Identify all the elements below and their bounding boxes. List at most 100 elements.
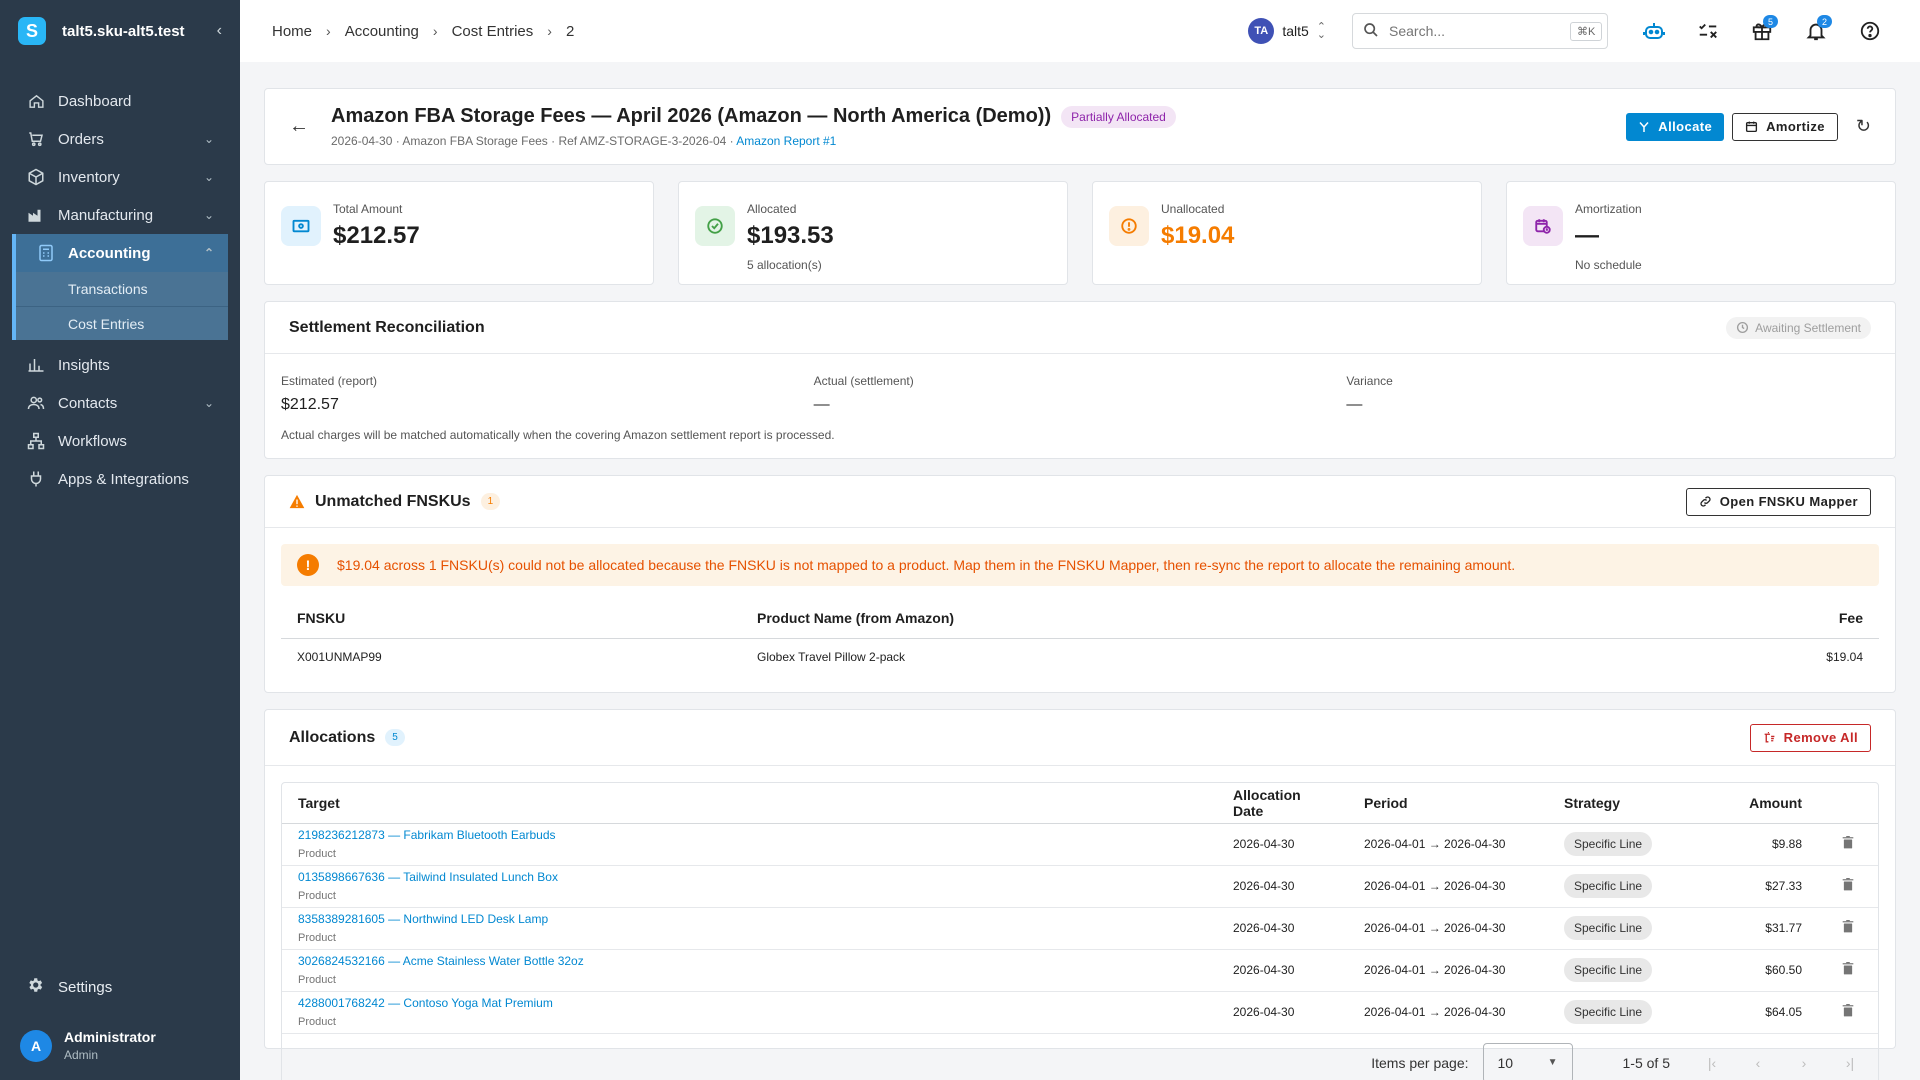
- strategy-chip: Specific Line: [1564, 1000, 1653, 1024]
- stat-value: $19.04: [1161, 222, 1235, 249]
- search-box[interactable]: ⌘K: [1352, 13, 1608, 49]
- stat-amortization: Amortization — No schedule: [1506, 181, 1896, 285]
- top-bar: Home › Accounting › Cost Entries › 2 TA …: [240, 0, 1920, 62]
- amortize-button[interactable]: Amortize: [1732, 112, 1838, 141]
- amount-cell: $31.77: [1718, 907, 1818, 950]
- allocate-button[interactable]: Allocate: [1626, 112, 1725, 141]
- sidebar-item-workflows[interactable]: Workflows: [0, 422, 240, 460]
- allocation-target-link[interactable]: 8358389281605 — Northwind LED Desk Lamp: [298, 912, 1201, 926]
- delete-icon[interactable]: [1842, 878, 1854, 891]
- sidebar-item-accounting[interactable]: Accounting ⌃: [12, 234, 228, 272]
- product-name-cell: Globex Travel Pillow 2-pack: [757, 650, 906, 665]
- back-arrow-icon[interactable]: ←: [289, 115, 309, 138]
- sidebar-item-manufacturing[interactable]: Manufacturing ⌄: [0, 196, 240, 234]
- actions-cell: [1818, 949, 1878, 992]
- sidebar-item-apps[interactable]: Apps & Integrations: [0, 460, 240, 498]
- items-per-page-label: Items per page:: [1371, 1054, 1469, 1071]
- split-icon: [1638, 121, 1650, 133]
- allocation-target-link[interactable]: 4288001768242 — Contoso Yoga Mat Premium: [298, 996, 1201, 1010]
- column-header: Strategy: [1548, 783, 1718, 824]
- period-cell: 2026-04-01 → 2026-04-30: [1348, 865, 1548, 908]
- collapse-sidebar-icon[interactable]: ‹: [217, 22, 222, 40]
- sidebar-item-label: Inventory: [58, 168, 120, 186]
- strategy-cell: Specific Line: [1548, 865, 1718, 908]
- sidebar: S talt5.sku-alt5.test ‹ Dashboard Orders…: [0, 0, 240, 1080]
- recon-label: Estimated (report): [281, 374, 378, 388]
- breadcrumb-accounting[interactable]: Accounting: [345, 23, 419, 40]
- chevron-right-icon: ›: [432, 23, 438, 39]
- delete-icon[interactable]: [1842, 920, 1854, 933]
- unfold-icon: ⌃ ⌄: [1316, 21, 1326, 41]
- actions-cell: [1818, 991, 1878, 1034]
- table-row: X001UNMAP99 Globex Travel Pillow 2-pack …: [281, 638, 1879, 676]
- sidebar-item-dashboard[interactable]: Dashboard: [0, 82, 240, 120]
- recon-label: Variance: [1346, 374, 1393, 388]
- sidebar-item-settings[interactable]: Settings: [0, 967, 240, 1007]
- delete-icon[interactable]: [1842, 1004, 1854, 1017]
- notifications-bell-icon[interactable]: 2: [1798, 13, 1834, 49]
- previous-page-icon[interactable]: ‹: [1746, 1051, 1770, 1075]
- breadcrumb: Home › Accounting › Cost Entries › 2: [272, 23, 1248, 40]
- breadcrumb-cost-entries[interactable]: Cost Entries: [452, 23, 534, 40]
- stat-value: $193.53: [747, 222, 834, 249]
- help-icon[interactable]: [1852, 13, 1888, 49]
- assistant-bot-icon[interactable]: [1636, 13, 1672, 49]
- remove-all-button[interactable]: Remove All: [1749, 723, 1871, 752]
- actions-cell: [1818, 865, 1878, 908]
- sidebar-item-transactions[interactable]: Transactions: [16, 272, 228, 306]
- sidebar-item-contacts[interactable]: Contacts ⌄: [0, 384, 240, 422]
- open-fnsku-mapper-label: Open FNSKU Mapper: [1719, 494, 1858, 509]
- breadcrumb-home[interactable]: Home: [272, 23, 312, 40]
- allocation-target-kind: Product: [298, 848, 336, 860]
- notifications-badge: 2: [1817, 15, 1832, 28]
- calendar-clock-icon: [1523, 206, 1563, 246]
- first-page-icon[interactable]: |‹: [1700, 1051, 1724, 1075]
- strategy-chip: Specific Line: [1564, 916, 1653, 940]
- refresh-icon[interactable]: ↻: [1856, 116, 1871, 137]
- amortize-button-label: Amortize: [1766, 119, 1825, 134]
- search-input[interactable]: [1389, 23, 1570, 39]
- amount-cell: $64.05: [1718, 991, 1818, 1034]
- delete-icon[interactable]: [1842, 962, 1854, 975]
- allocation-date-cell: 2026-04-30: [1217, 907, 1348, 950]
- gift-icon[interactable]: 5: [1744, 13, 1780, 49]
- app-logo[interactable]: S: [18, 17, 46, 45]
- allocation-target-link[interactable]: 3026824532166 — Acme Stainless Water Bot…: [298, 954, 1201, 968]
- period-cell: 2026-04-01 → 2026-04-30: [1348, 907, 1548, 950]
- table-header-row: FNSKU Product Name (from Amazon) Fee: [281, 598, 1879, 639]
- alert-circle-icon: [1109, 206, 1149, 246]
- last-page-icon[interactable]: ›|: [1838, 1051, 1862, 1075]
- recon-value: $212.57: [281, 396, 339, 413]
- delete-icon[interactable]: [1842, 836, 1854, 849]
- allocations-table: Target Allocation Date Period Strategy A…: [282, 783, 1878, 1034]
- sidebar-item-label: Dashboard: [58, 92, 132, 110]
- allocation-target-link[interactable]: 0135898667636 — Tailwind Insulated Lunch…: [298, 870, 1201, 884]
- next-page-icon[interactable]: ›: [1792, 1051, 1816, 1075]
- tenant-name: talt5.sku-alt5.test: [62, 22, 185, 40]
- column-header: Product Name (from Amazon): [741, 598, 1617, 639]
- recon-estimated: Estimated (report) $212.57: [281, 374, 814, 414]
- stat-label: Allocated: [747, 202, 797, 216]
- sidebar-item-inventory[interactable]: Inventory ⌄: [0, 158, 240, 196]
- stat-value: —: [1575, 222, 1599, 249]
- items-per-page-select[interactable]: 10 ▼: [1482, 1042, 1573, 1080]
- strategy-cell: Specific Line: [1548, 991, 1718, 1034]
- user-profile[interactable]: A Administrator Admin: [0, 1029, 240, 1080]
- tasks-checklist-icon[interactable]: [1690, 13, 1726, 49]
- table-row: 3026824532166 — Acme Stainless Water Bot…: [282, 949, 1878, 992]
- paginator: Items per page: 10 ▼ 1-5 of 5 |‹ ‹ › ›|: [282, 1034, 1878, 1080]
- allocate-button-label: Allocate: [1658, 119, 1713, 134]
- gear-icon: [26, 976, 46, 998]
- stat-label: Total Amount: [333, 202, 403, 216]
- tenant-switcher[interactable]: TA talt5 ⌃ ⌄: [1248, 18, 1326, 44]
- open-fnsku-mapper-button[interactable]: Open FNSKU Mapper: [1685, 487, 1871, 516]
- sidebar-item-cost-entries[interactable]: Cost Entries: [16, 306, 228, 340]
- period-cell: 2026-04-01 → 2026-04-30: [1348, 991, 1548, 1034]
- allocations-table-wrapper: Target Allocation Date Period Strategy A…: [281, 782, 1879, 1080]
- allocation-target-link[interactable]: 2198236212873 — Fabrikam Bluetooth Earbu…: [298, 828, 1201, 842]
- sidebar-item-orders[interactable]: Orders ⌄: [0, 120, 240, 158]
- unallocated-alert: ! $19.04 across 1 FNSKU(s) could not be …: [281, 544, 1879, 586]
- accounting-submenu: Transactions Cost Entries: [12, 272, 228, 340]
- amazon-report-link[interactable]: Amazon Report #1: [736, 134, 836, 148]
- sidebar-item-insights[interactable]: Insights: [0, 346, 240, 384]
